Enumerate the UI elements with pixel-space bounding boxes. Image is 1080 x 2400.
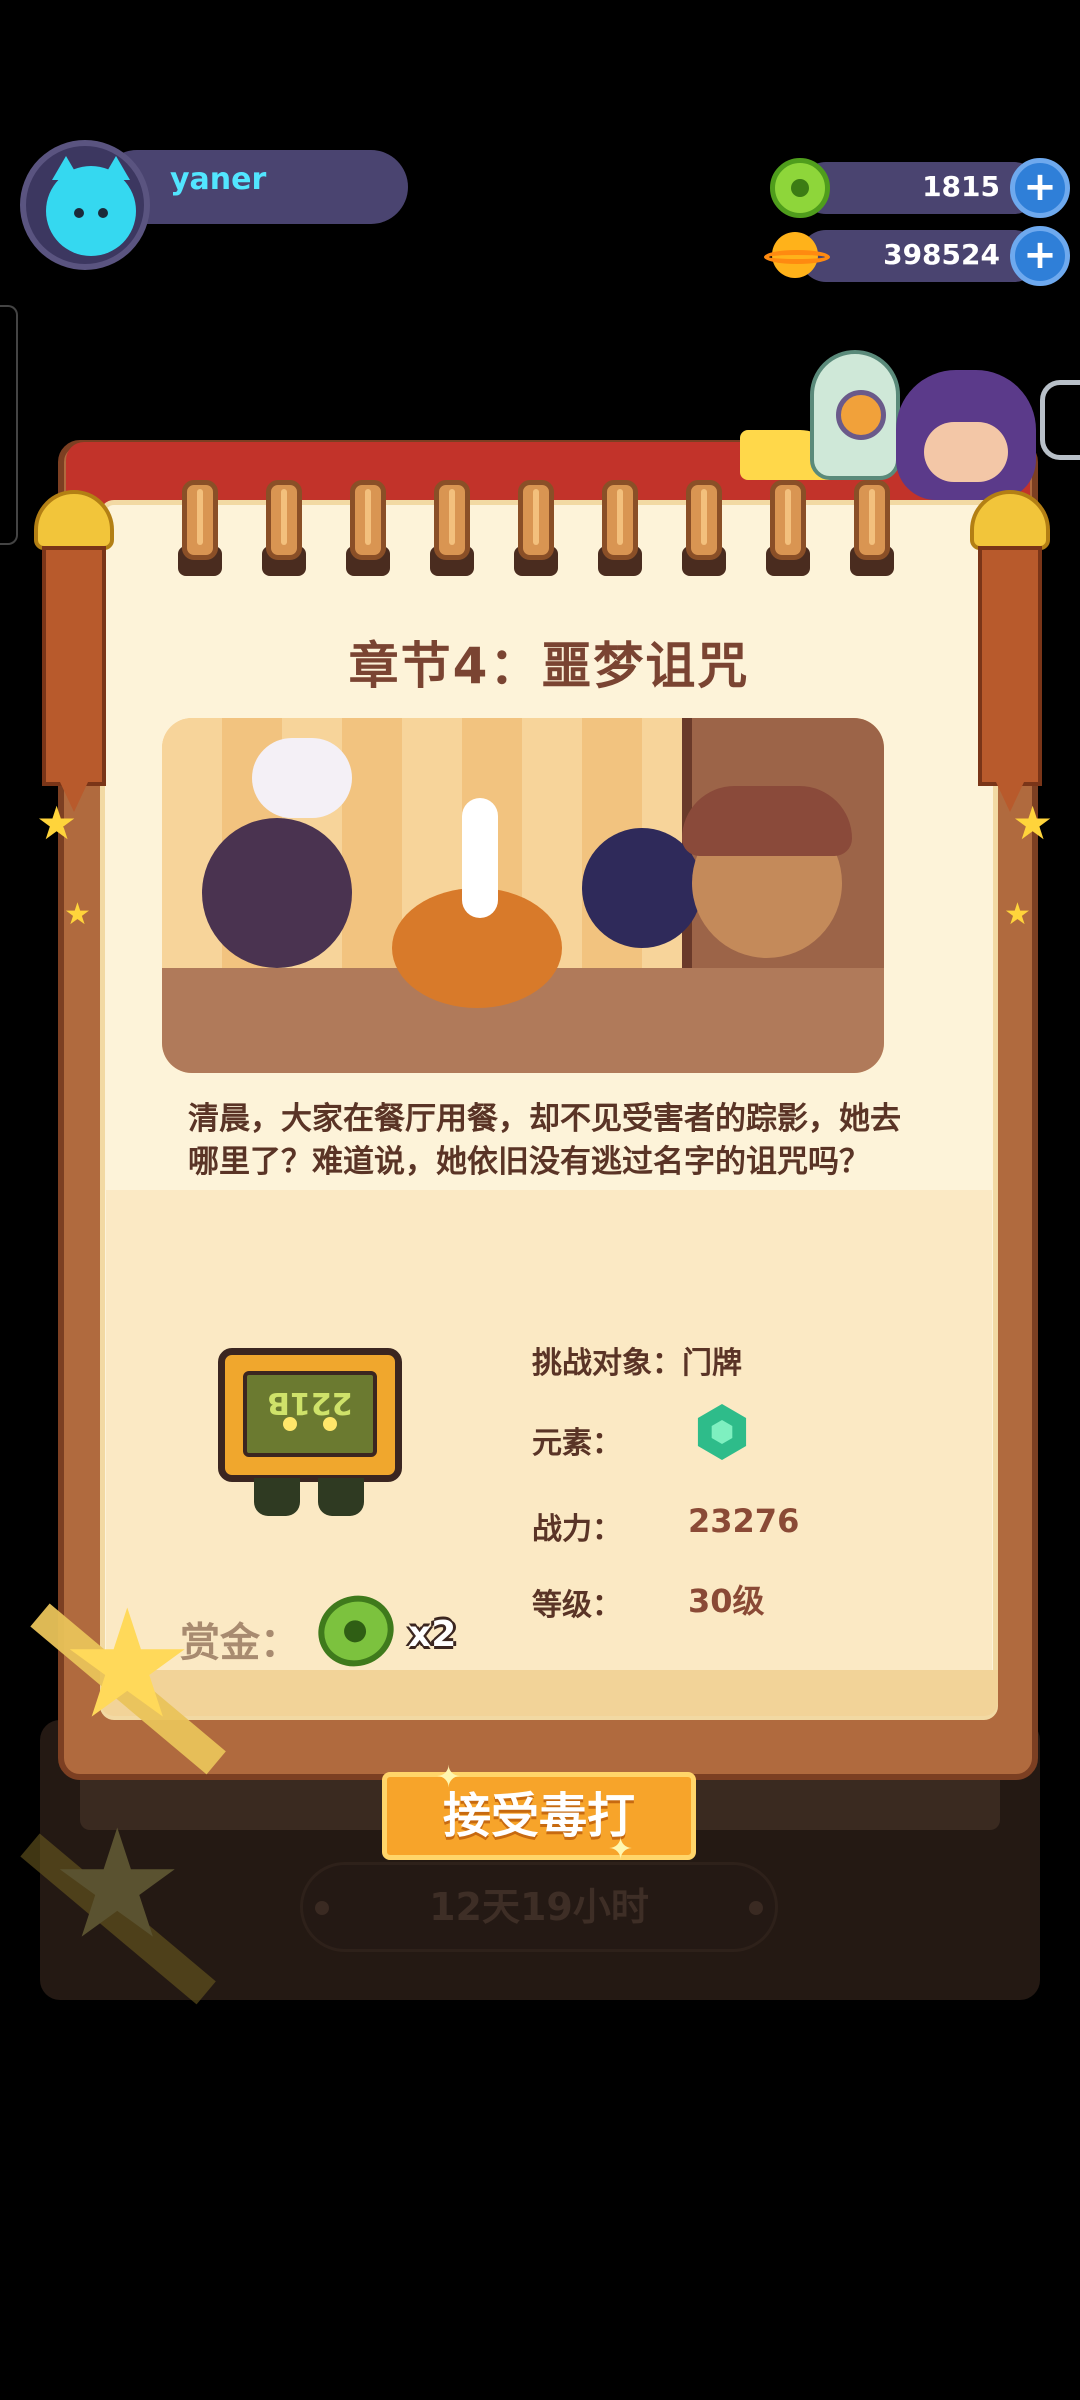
binder-ring [262, 480, 306, 580]
add-green-coins-button[interactable]: + [1010, 158, 1070, 218]
accept-challenge-button[interactable]: 接受毒打 [382, 1772, 696, 1860]
binder-ring [430, 480, 474, 580]
star-icon: ★ [50, 1798, 185, 1972]
player-username: yaner [170, 162, 267, 197]
chef-hat-icon [252, 738, 352, 818]
door-plate-target-icon: 221B [218, 1348, 402, 1482]
element-label: 元素： [532, 1426, 622, 1461]
level-value: 30级 [688, 1582, 765, 1620]
green-coin-icon [770, 158, 830, 218]
chapter-scene-illustration [162, 718, 884, 1073]
notebook-page-edge [100, 1670, 998, 1716]
mascot-decoration [740, 350, 1060, 500]
planet-coin-amount: 398524 [883, 238, 1000, 271]
binder-ring [178, 480, 222, 580]
level-label: 等级： [532, 1588, 622, 1623]
purple-cat-mascot-icon [896, 370, 1036, 500]
bell-icon [34, 490, 114, 550]
green-hexagon-gem-icon [694, 1404, 750, 1460]
currency-green-coins: 1815 + [770, 158, 1070, 218]
star-icon: ★ [1012, 796, 1054, 850]
side-drawer-handle[interactable] [0, 305, 18, 545]
reward-label: 赏金： [180, 1620, 300, 1666]
binder-ring [766, 480, 810, 580]
star-icon: ★ [36, 796, 78, 850]
countdown-timer: 12天19小时 [300, 1862, 778, 1952]
cat-face-icon [46, 156, 136, 256]
star-icon: ★ [64, 897, 91, 932]
challenge-target-value: 门牌 [682, 1346, 742, 1381]
binder-ring [850, 480, 894, 580]
rocket-icon [810, 350, 900, 480]
countdown-timer-text: 12天19小时 [429, 1885, 649, 1929]
door-plate-legs [254, 1478, 364, 1518]
chapter-story-text: 清晨，大家在餐厅用餐，却不见受害者的踪影，她去哪里了？难道说，她依旧没有逃过名字… [188, 1101, 901, 1180]
player-profile[interactable]: yaner [20, 140, 408, 270]
add-planet-coins-button[interactable]: + [1010, 226, 1070, 286]
binder-ring [598, 480, 642, 580]
reward-count: x2 [408, 1614, 457, 1655]
chapter-title: 章节4：噩梦诅咒 [348, 637, 750, 695]
accept-challenge-label: 接受毒打 [442, 1788, 635, 1844]
challenge-target-label: 挑战对象：门牌 [532, 1346, 742, 1381]
paper-clip-icon [1040, 380, 1080, 460]
star-icon: ★ [1004, 897, 1031, 932]
currency-planet-coins: 398524 + [764, 226, 1070, 286]
beret-hat-icon [682, 786, 852, 856]
door-plate-number: 221B [267, 1385, 353, 1420]
green-coin-amount: 1815 [922, 170, 1000, 203]
sparkle-icon: ✦ [436, 1760, 462, 1795]
planet-coin-icon [764, 228, 830, 284]
chef-girl-character [202, 818, 352, 968]
power-label: 战力： [532, 1512, 622, 1547]
bell-icon [970, 490, 1050, 550]
star-icon: ★ [60, 1578, 195, 1752]
binder-ring [346, 480, 390, 580]
left-bell-banner [34, 490, 114, 812]
avatar-frame[interactable] [20, 140, 150, 270]
binder-ring [682, 480, 726, 580]
ghost-spirit-icon [462, 798, 498, 918]
power-value: 23276 [688, 1502, 800, 1540]
binder-ring [514, 480, 558, 580]
